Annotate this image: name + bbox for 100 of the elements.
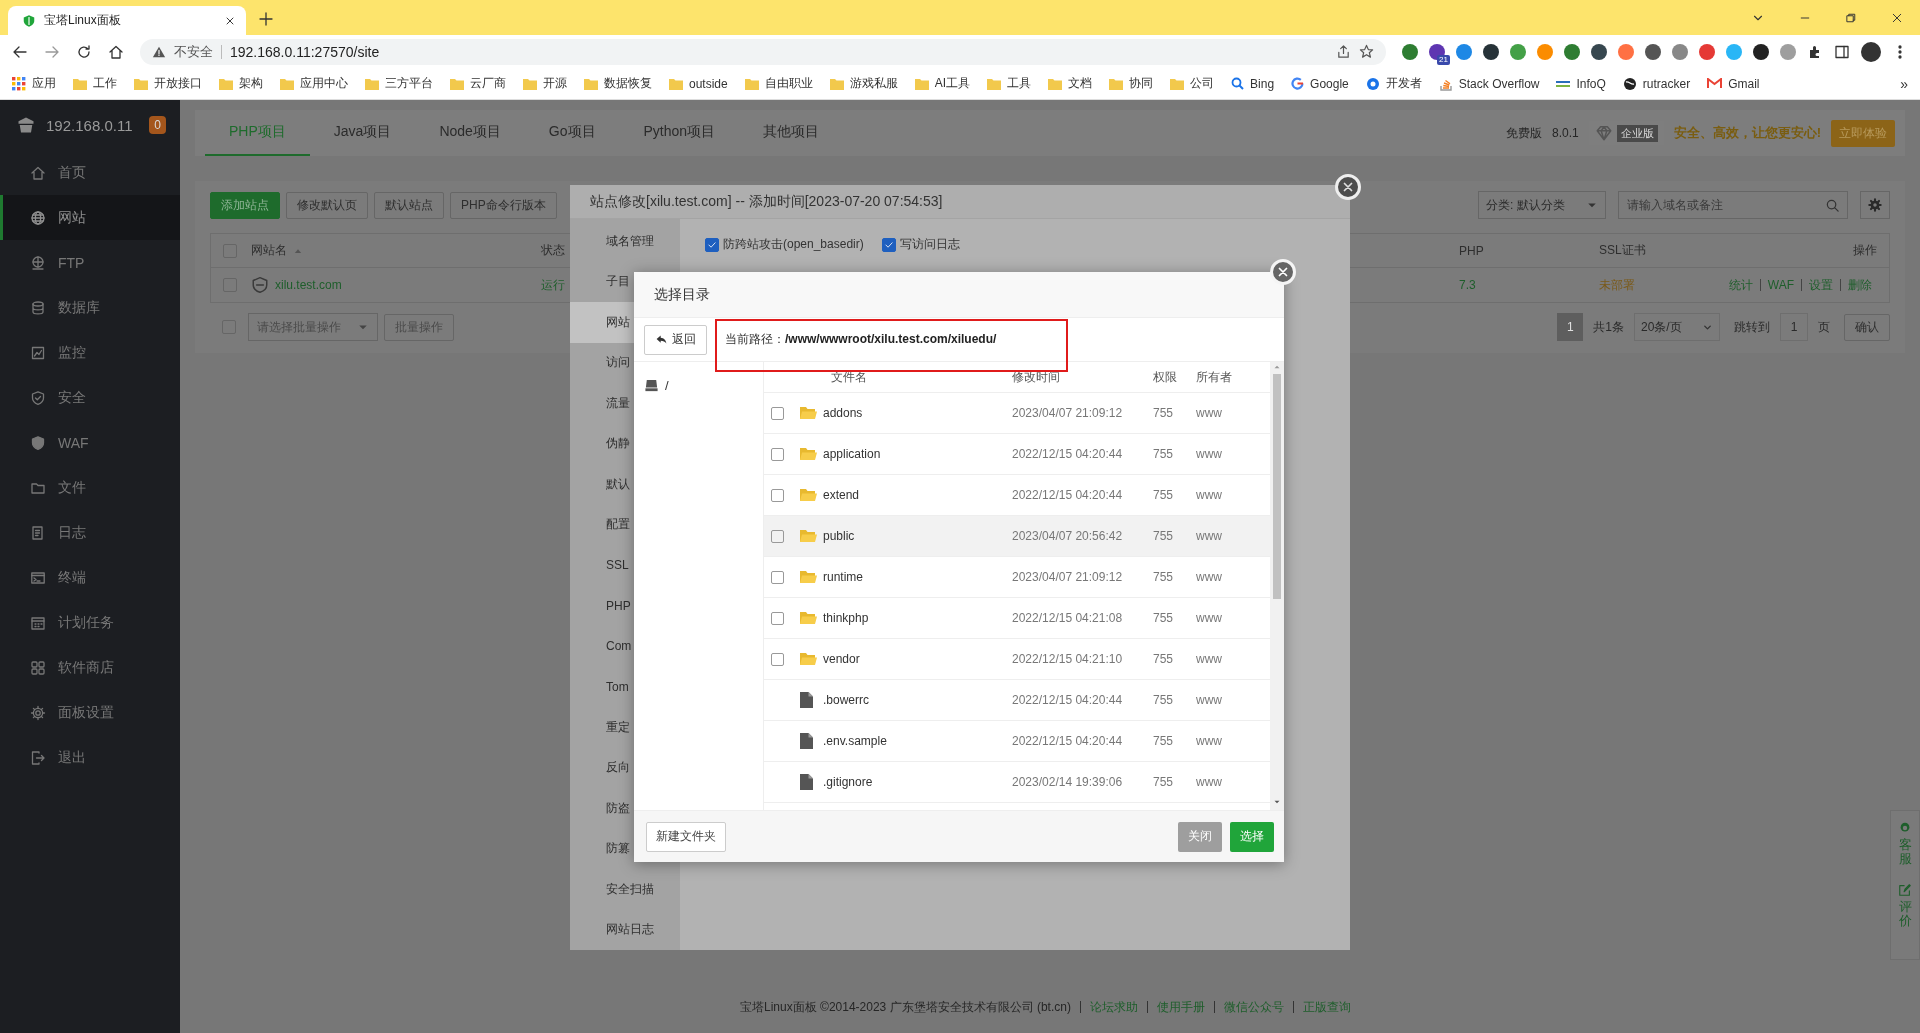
bookmark[interactable]: 公司 — [1170, 75, 1215, 92]
dialog-menu-item[interactable]: 安全扫描 — [570, 869, 680, 910]
bookmark[interactable]: 三方平台 — [365, 75, 433, 92]
toolbar-button[interactable]: 添加站点 — [210, 191, 280, 219]
extension-icon[interactable] — [1483, 43, 1499, 60]
bookmark[interactable]: Stack Overflow — [1438, 76, 1540, 91]
close-button[interactable] — [1335, 174, 1361, 200]
bookmark[interactable]: 工具 — [987, 75, 1032, 92]
sidebar-item[interactable]: WAF — [0, 420, 180, 465]
bookmark[interactable]: 开发者 — [1365, 75, 1422, 92]
file-row[interactable]: vendor 2022/12/15 04:21:10 755 www — [764, 639, 1270, 680]
file-name[interactable]: extend — [823, 488, 860, 502]
file-name[interactable]: vendor — [823, 652, 860, 666]
checkbox[interactable] — [771, 652, 784, 666]
toolbar-button[interactable]: 修改默认页 — [286, 191, 368, 219]
sidebar-item[interactable]: 面板设置 — [0, 690, 180, 735]
checkbox[interactable] — [771, 529, 784, 543]
project-tab[interactable]: Java项目 — [309, 110, 416, 156]
settings-button[interactable] — [1860, 191, 1890, 219]
dialog-menu-item[interactable]: 域名管理 — [570, 221, 680, 262]
page-number[interactable]: 1 — [1557, 313, 1584, 341]
bookmark[interactable]: 开放接口 — [134, 75, 202, 92]
sidebar-item[interactable]: 计划任务 — [0, 600, 180, 645]
bookmark[interactable]: 数据恢复 — [584, 75, 652, 92]
checkbox[interactable] — [705, 237, 719, 252]
checkbox[interactable] — [771, 447, 784, 461]
new-folder-button[interactable]: 新建文件夹 — [646, 821, 726, 852]
browser-tab[interactable]: 宝塔Linux面板 — [8, 6, 246, 35]
file-row[interactable]: thinkphp 2022/12/15 04:21:08 755 www — [764, 598, 1270, 639]
bookmark[interactable]: 游戏私服 — [829, 75, 898, 92]
sidebar-item[interactable]: 安全 — [0, 375, 180, 420]
address-bar[interactable]: 不安全 192.168.0.11:27570/site — [140, 38, 1386, 65]
extension-icon[interactable] — [1753, 43, 1769, 60]
more-bookmarks[interactable]: » — [1900, 75, 1908, 92]
sidebar-item[interactable]: 首页 — [0, 150, 180, 195]
page-input[interactable]: 1 — [1780, 313, 1808, 341]
sidebar-item[interactable]: 软件商店 — [0, 645, 180, 690]
sidebar-item[interactable]: 终端 — [0, 555, 180, 600]
back-button[interactable]: 返回 — [644, 324, 707, 355]
bookmark[interactable]: AI工具 — [914, 75, 971, 92]
project-tab[interactable]: Python项目 — [619, 110, 740, 156]
dialog-menu-item[interactable]: 网站日志 — [570, 909, 680, 950]
category-select[interactable]: 分类: 默认分类 — [1478, 191, 1606, 219]
file-name[interactable]: .bowerrc — [823, 693, 869, 707]
notification-badge[interactable]: 0 — [149, 116, 166, 134]
file-name[interactable]: .gitignore — [823, 775, 873, 789]
file-row[interactable]: public 2023/04/07 20:56:42 755 www — [764, 516, 1270, 557]
bookmark[interactable]: 应用中心 — [280, 75, 348, 92]
project-tab[interactable]: Node项目 — [415, 110, 525, 156]
file-row[interactable]: .env.sample 2022/12/15 04:20:44 755 www — [764, 721, 1270, 762]
bookmark[interactable]: InfoQ — [1556, 76, 1606, 91]
bookmark[interactable]: outside — [669, 76, 728, 91]
profile-avatar[interactable] — [1861, 41, 1881, 62]
toolbar-button[interactable]: 默认站点 — [374, 191, 444, 219]
column-header[interactable]: 网站名 — [251, 242, 287, 259]
extension-icon[interactable] — [1645, 43, 1661, 60]
file-name[interactable]: .env.sample — [823, 734, 887, 748]
bookmark[interactable]: 协同 — [1109, 75, 1154, 92]
file-name[interactable]: addons — [823, 406, 863, 420]
select-button[interactable]: 选择 — [1230, 821, 1274, 852]
checkbox[interactable] — [771, 570, 784, 584]
bookmark[interactable]: 云厂商 — [450, 75, 506, 92]
bookmark[interactable]: 开源 — [523, 75, 567, 92]
extension-icon[interactable] — [1591, 43, 1607, 60]
project-tab[interactable]: Go项目 — [524, 110, 620, 156]
bookmark[interactable]: rutracker — [1622, 76, 1691, 91]
checkbox[interactable] — [881, 237, 896, 252]
search-field[interactable]: 请输入域名或备注 — [1618, 191, 1848, 219]
file-name[interactable]: public — [823, 529, 855, 543]
project-tab[interactable]: 其他项目 — [739, 110, 844, 156]
checkbox[interactable] — [771, 611, 784, 625]
page-size-select[interactable]: 20条/页 — [1634, 313, 1720, 341]
sidebar-item[interactable]: FTP — [0, 240, 180, 285]
bookmark[interactable]: 自由职业 — [744, 75, 813, 92]
file-row[interactable]: addons 2023/04/07 21:09:12 755 www — [764, 393, 1270, 434]
bookmark[interactable]: Bing — [1231, 76, 1275, 91]
toolbar-button[interactable]: PHP命令行版本 — [450, 191, 557, 219]
file-name[interactable]: application — [823, 447, 881, 461]
checkbox[interactable] — [771, 406, 784, 420]
sidebar-item[interactable]: 文件 — [0, 465, 180, 510]
file-row[interactable]: .gitignore 2023/02/14 19:39:06 755 www — [764, 762, 1270, 803]
file-row[interactable]: .bowerrc 2022/12/15 04:20:44 755 www — [764, 680, 1270, 721]
sidebar-item[interactable]: 日志 — [0, 510, 180, 555]
bookmark[interactable]: 应用 — [12, 75, 56, 92]
bookmark[interactable]: 文档 — [1048, 75, 1093, 92]
checkbox[interactable] — [771, 488, 784, 502]
sidebar-item[interactable]: 网站 — [0, 195, 180, 240]
tree-node[interactable]: / — [665, 378, 669, 393]
file-name[interactable]: runtime — [823, 570, 863, 584]
bookmark[interactable]: Google — [1291, 76, 1349, 91]
sidebar-item[interactable]: 监控 — [0, 330, 180, 375]
bookmark[interactable]: 工作 — [73, 75, 117, 92]
bookmark[interactable]: 架构 — [219, 75, 263, 92]
file-row[interactable]: application 2022/12/15 04:20:44 755 www — [764, 434, 1270, 475]
scrollbar[interactable] — [1270, 362, 1284, 810]
confirm-button[interactable]: 确认 — [1844, 313, 1890, 341]
file-name[interactable]: thinkphp — [823, 611, 869, 625]
sidebar-item[interactable]: 退出 — [0, 735, 180, 780]
file-row[interactable]: runtime 2023/04/07 21:09:12 755 www — [764, 557, 1270, 598]
bookmark[interactable]: Gmail — [1707, 76, 1760, 91]
